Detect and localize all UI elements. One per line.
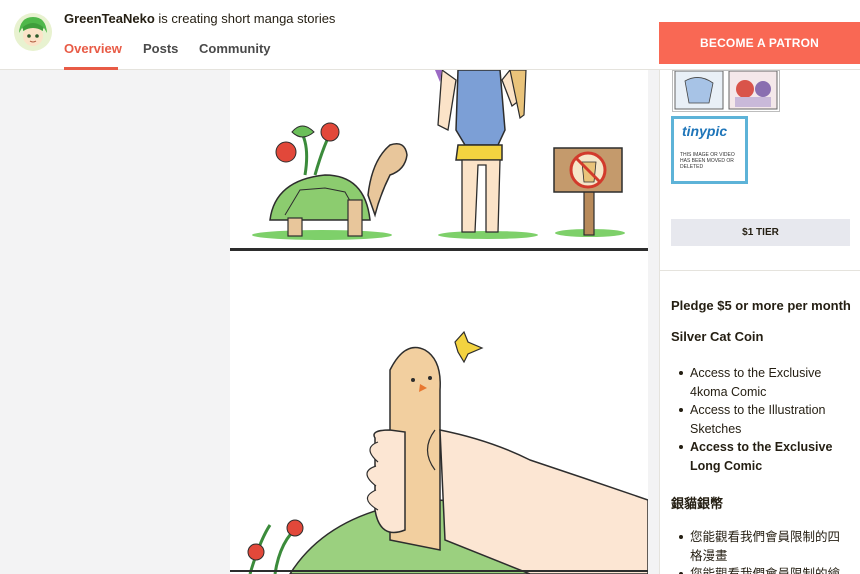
- become-patron-button[interactable]: BECOME A PATRON: [659, 22, 860, 64]
- tier-name-chinese: 銀貓銀幣: [671, 497, 724, 512]
- benefit-item-chinese: 您能觀看我們會員限制的繪畫: [679, 565, 850, 574]
- tinypic-placeholder-image[interactable]: tinypic THIS IMAGE OR VIDEO HAS BEEN MOV…: [671, 116, 748, 184]
- tab-posts[interactable]: Posts: [143, 41, 178, 56]
- corn-character-in-hand-icon: [289, 330, 649, 574]
- tinypic-message: THIS IMAGE OR VIDEO HAS BEEN MOVED OR DE…: [680, 152, 735, 170]
- creator-name[interactable]: GreenTeaNeko: [64, 11, 155, 26]
- benefit-item-chinese: 您能觀看我們會員限制的四格漫畫: [679, 528, 850, 565]
- benefit-item: Access to the Illustration Sketches: [679, 401, 840, 438]
- pledge-heading: Pledge $5 or more per month: [671, 298, 851, 313]
- creator-headline: GreenTeaNeko is creating short manga sto…: [64, 11, 335, 26]
- comic-image: [230, 68, 649, 574]
- page: GreenTeaNeko is creating short manga sto…: [0, 0, 860, 574]
- tortoise-with-tomato-plant-icon: [252, 122, 408, 240]
- tab-community[interactable]: Community: [199, 41, 271, 56]
- post-thumbnail[interactable]: [672, 70, 780, 112]
- panel-bottom-edge: [230, 570, 648, 572]
- tinypic-logo: tinypic: [682, 123, 728, 139]
- creator-tagline: is creating short manga stories: [154, 11, 336, 26]
- girl-holding-corn-icon: [435, 68, 538, 239]
- benefit-item: Access to the Exclusive Long Comic: [679, 438, 840, 475]
- benefits-list: Access to the Exclusive 4koma Comic Acce…: [679, 364, 840, 475]
- panel-divider: [230, 248, 648, 251]
- no-corn-sign-icon: [553, 147, 625, 237]
- tab-overview[interactable]: Overview: [64, 41, 122, 56]
- benefit-item: Access to the Exclusive 4koma Comic: [679, 364, 840, 401]
- tier-1-button[interactable]: $1 TIER: [671, 219, 850, 246]
- benefits-list-chinese: 您能觀看我們會員限制的四格漫畫 您能觀看我們會員限制的繪畫: [679, 528, 850, 574]
- sidebar-divider: [659, 270, 860, 271]
- creator-avatar[interactable]: [14, 13, 52, 51]
- comic-illustration: [230, 68, 649, 574]
- active-tab-indicator: [64, 67, 118, 70]
- tier-name: Silver Cat Coin: [671, 329, 764, 344]
